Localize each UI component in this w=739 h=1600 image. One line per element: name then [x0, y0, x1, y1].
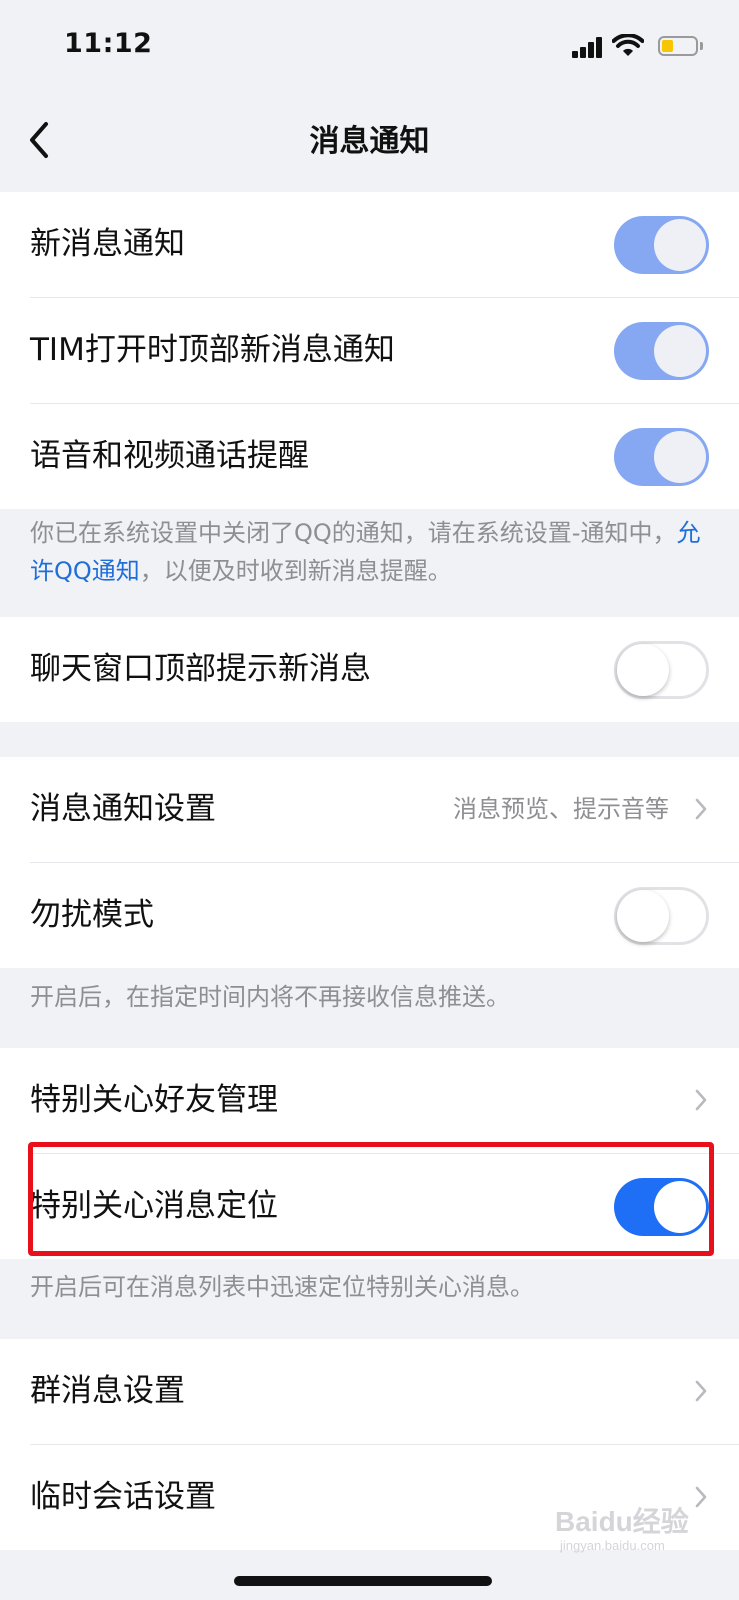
hint-text-before: 你已在系统设置中关闭了QQ的通知，请在系统设置-通知中， — [30, 519, 677, 547]
row-label: 特别关心消息定位 — [30, 1188, 278, 1224]
toggle-knob — [617, 890, 669, 942]
row-notification-settings[interactable]: 消息通知设置 消息预览、提示音等 — [30, 757, 739, 863]
status-bar: 11:12 — [0, 0, 739, 92]
chevron-left-icon — [30, 122, 48, 158]
chevron-right-icon — [695, 1380, 707, 1402]
row-special-care-friends[interactable]: 特别关心好友管理 — [30, 1048, 739, 1154]
battery-level — [662, 40, 673, 52]
row-label: 群消息设置 — [30, 1373, 185, 1409]
row-label: 临时会话设置 — [30, 1479, 216, 1515]
special-care-group: 特别关心好友管理 特别关心消息定位 — [0, 1048, 739, 1259]
status-time: 11:12 — [64, 28, 153, 59]
row-label: 勿扰模式 — [30, 897, 154, 933]
toggle-knob — [617, 644, 669, 696]
do-not-disturb-toggle[interactable] — [614, 887, 709, 945]
toggle-knob — [654, 219, 706, 271]
row-label: 特别关心好友管理 — [30, 1082, 278, 1118]
row-label: 语音和视频通话提醒 — [30, 438, 309, 474]
back-button[interactable] — [20, 110, 64, 170]
special-care-locate-toggle[interactable] — [614, 1178, 709, 1236]
wifi-icon — [612, 34, 644, 56]
toggle-knob — [654, 1181, 706, 1233]
row-tim-top-notification[interactable]: TIM打开时顶部新消息通知 — [30, 298, 739, 404]
voice-video-call-reminder-toggle[interactable] — [614, 428, 709, 486]
chevron-right-icon — [695, 1486, 707, 1508]
battery-tip — [700, 42, 703, 50]
toggle-knob — [654, 431, 706, 483]
row-special-care-locate[interactable]: 特别关心消息定位 — [30, 1154, 739, 1259]
chat-window-top-hint-toggle[interactable] — [614, 641, 709, 699]
home-indicator[interactable] — [234, 1576, 492, 1586]
toggle-knob — [654, 325, 706, 377]
row-chat-window-top-hint[interactable]: 聊天窗口顶部提示新消息 — [30, 617, 739, 722]
chat-window-group: 聊天窗口顶部提示新消息 — [0, 617, 739, 722]
notification-settings-group: 消息通知设置 消息预览、提示音等 勿扰模式 — [0, 757, 739, 968]
system-notification-hint: 你已在系统设置中关闭了QQ的通知，请在系统设置-通知中，允许QQ通知，以便及时收… — [30, 514, 710, 590]
chevron-right-icon — [695, 1089, 707, 1111]
row-label: 消息通知设置 — [30, 791, 216, 827]
row-voice-video-call-reminder[interactable]: 语音和视频通话提醒 — [30, 404, 739, 509]
cellular-signal-icon — [572, 36, 604, 58]
row-do-not-disturb[interactable]: 勿扰模式 — [30, 863, 739, 968]
tim-top-notification-toggle[interactable] — [614, 322, 709, 380]
row-label: TIM打开时顶部新消息通知 — [30, 332, 395, 368]
row-label: 新消息通知 — [30, 226, 185, 262]
row-new-message-notification[interactable]: 新消息通知 — [30, 192, 739, 298]
row-label: 聊天窗口顶部提示新消息 — [30, 651, 371, 687]
watermark-url: jingyan.baidu.com — [560, 1538, 665, 1553]
chevron-right-icon — [695, 798, 707, 820]
watermark-logo: Baidu经验 — [555, 1506, 689, 1537]
special-care-locate-hint: 开启后可在消息列表中迅速定位特别关心消息。 — [30, 1273, 534, 1301]
hint-text-after: ，以便及时收到新消息提醒。 — [139, 557, 452, 585]
page-title: 消息通知 — [309, 124, 430, 159]
row-group-message-settings[interactable]: 群消息设置 — [30, 1339, 739, 1445]
battery-icon — [658, 36, 698, 56]
navigation-bar: 消息通知 — [0, 92, 739, 192]
notification-group: 新消息通知 TIM打开时顶部新消息通知 语音和视频通话提醒 — [0, 192, 739, 509]
do-not-disturb-hint: 开启后，在指定时间内将不再接收信息推送。 — [30, 983, 510, 1011]
new-message-notification-toggle[interactable] — [614, 216, 709, 274]
row-value: 消息预览、提示音等 — [453, 795, 669, 823]
